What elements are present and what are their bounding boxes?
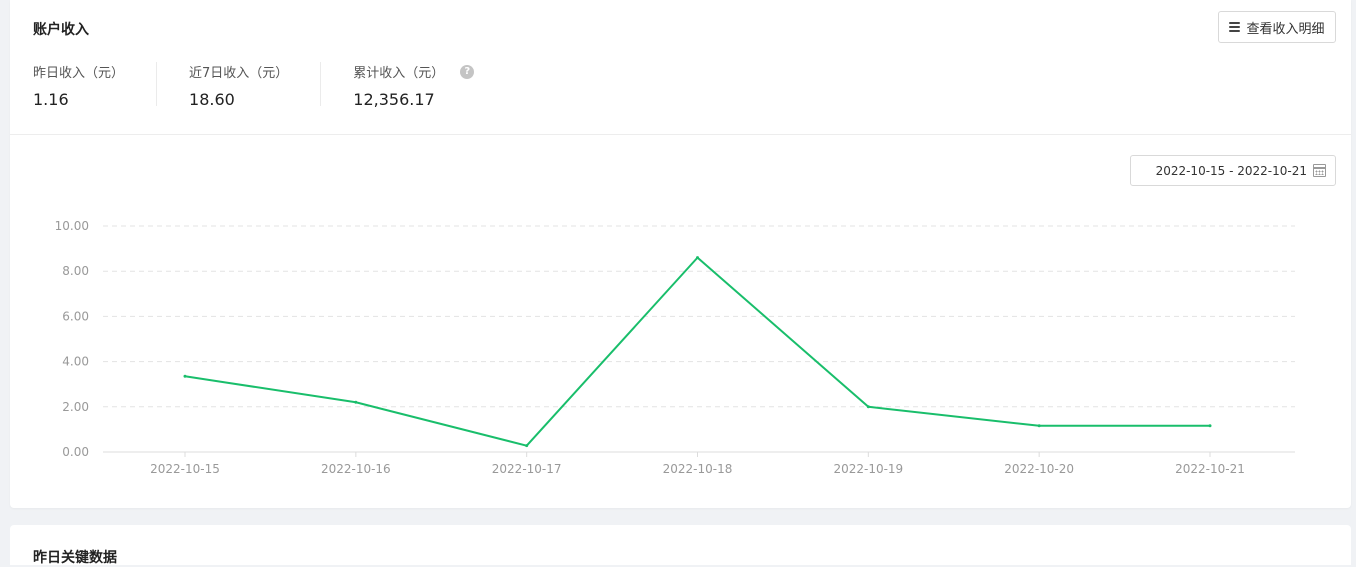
- income-line-chart: 0.00 2.00 4.00 6.00 8.00 10.00 2022-10-15 2022-…: [55, 219, 1295, 476]
- y-tick-label: 10.00: [55, 219, 89, 233]
- x-tick-label: 2022-10-20: [1004, 462, 1074, 476]
- data-point: [1037, 424, 1041, 428]
- y-tick-label: 6.00: [62, 309, 89, 323]
- y-tick-label: 8.00: [62, 264, 89, 278]
- x-tick-label: 2022-10-16: [321, 462, 391, 476]
- x-tick-label: 2022-10-18: [663, 462, 733, 476]
- data-point: [354, 400, 358, 404]
- y-tick-label: 2.00: [62, 400, 89, 414]
- data-point: [1208, 424, 1212, 428]
- income-series-line: [184, 256, 1210, 447]
- x-tick-label: 2022-10-21: [1175, 462, 1245, 476]
- data-point: [525, 444, 529, 448]
- x-tick-label: 2022-10-19: [833, 462, 903, 476]
- key-data-card: 昨日关键数据: [10, 525, 1351, 566]
- y-tick-label: 4.00: [62, 355, 89, 369]
- card-title: 昨日关键数据: [33, 550, 117, 566]
- x-tick-label: 2022-10-17: [492, 462, 562, 476]
- account-income-card: 账户收入 查看收入明细 昨日收入（元） 1.16 近7日收入（元） 18.60 …: [10, 0, 1351, 508]
- data-point: [866, 405, 870, 409]
- y-tick-label: 0.00: [62, 445, 89, 459]
- data-point: [696, 256, 699, 260]
- x-tick-label: 2022-10-15: [150, 462, 220, 476]
- data-point: [183, 374, 187, 378]
